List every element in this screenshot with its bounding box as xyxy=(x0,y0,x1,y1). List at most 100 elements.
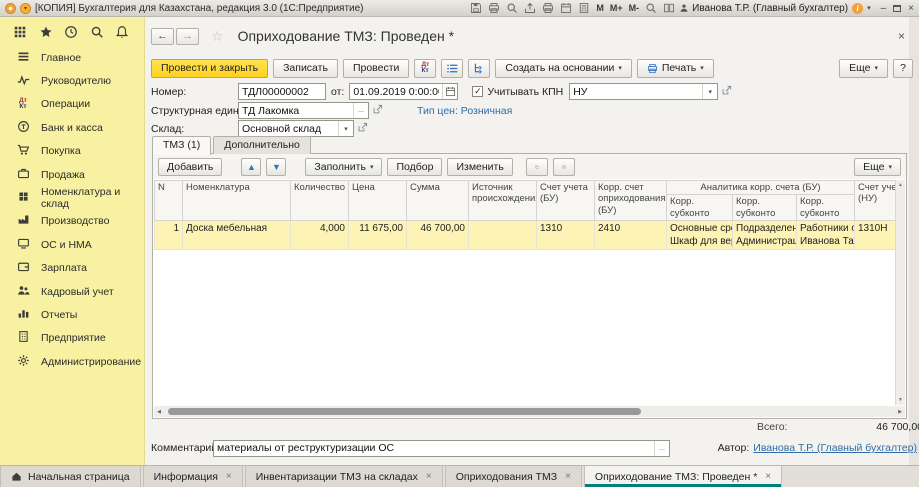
fill-button[interactable]: Заполнить▾ xyxy=(305,158,382,176)
print-button[interactable]: Печать▾ xyxy=(637,59,714,78)
search-icon[interactable] xyxy=(90,25,104,39)
close-tab-icon[interactable]: × xyxy=(426,471,432,482)
move-down-button[interactable]: ▼ xyxy=(266,158,286,176)
author-link[interactable]: Иванова Т.Р. (Главный бухгалтер) xyxy=(753,442,917,454)
col-corr-account-bu[interactable]: Корр. счет оприходования (БУ) xyxy=(595,181,667,221)
cell-source[interactable] xyxy=(469,221,537,250)
edit-button[interactable]: Изменить xyxy=(447,158,512,176)
table-more-button[interactable]: Еще▾ xyxy=(854,158,901,176)
sidebar-item-proizvodstvo[interactable]: Производство xyxy=(0,210,144,233)
history-icon[interactable] xyxy=(64,25,78,39)
close-window-button[interactable]: × xyxy=(908,3,914,14)
horizontal-scrollbar[interactable]: ◀ ▶ xyxy=(154,406,905,417)
taskbar-tab-oprihodovanie-active[interactable]: Оприходование ТМЗ: Проведен * × xyxy=(584,466,782,487)
close-form-icon[interactable]: × xyxy=(898,29,905,43)
sidebar-item-nomenklatura[interactable]: Номенклатура и склад xyxy=(0,186,144,209)
close-tab-icon[interactable]: × xyxy=(226,471,232,482)
unit-choose-button[interactable]: ... xyxy=(353,103,368,118)
pick-button[interactable]: Подбор xyxy=(387,158,442,176)
col-source[interactable]: Источник происхождения xyxy=(469,181,537,221)
cell-account-bu[interactable]: 1310 xyxy=(537,221,595,250)
document-list-button[interactable] xyxy=(441,59,463,78)
favorites-star-icon[interactable] xyxy=(39,25,53,39)
app-logo-icon[interactable] xyxy=(5,3,16,14)
taskbar-tab-inventarizacii[interactable]: Инвентаризации ТМЗ на складах × xyxy=(245,466,443,487)
taskbar-tab-oprihodovaniya[interactable]: Оприходования ТМЗ × xyxy=(445,466,582,487)
cell-nomenclature[interactable]: Доска мебельная xyxy=(183,221,291,250)
save-icon[interactable] xyxy=(470,2,482,14)
col-nomenclature[interactable]: Номенклатура xyxy=(183,181,291,221)
taskbar-tab-informaciya[interactable]: Информация × xyxy=(143,466,243,487)
number-field[interactable] xyxy=(239,84,325,99)
post-button[interactable]: Провести xyxy=(343,59,409,78)
help-button[interactable]: ? xyxy=(893,59,913,78)
sidebar-item-predpriyatie[interactable]: Предприятие xyxy=(0,327,144,350)
sidebar-item-administrirovanie[interactable]: Администрирование xyxy=(0,350,144,373)
structural-unit-field[interactable] xyxy=(239,103,353,118)
system-menu-icon[interactable]: ▾ xyxy=(20,3,31,14)
close-tab-icon[interactable]: × xyxy=(765,471,771,482)
preview-icon[interactable] xyxy=(506,2,518,14)
sidebar-item-otchety[interactable]: Отчеты xyxy=(0,303,144,326)
sidebar-item-kadrovyj-uchet[interactable]: Кадровый учет xyxy=(0,280,144,303)
restore-button[interactable] xyxy=(893,5,901,12)
zoom-icon[interactable] xyxy=(645,2,657,14)
info-icon[interactable]: i xyxy=(852,3,863,14)
more-button[interactable]: Еще▾ xyxy=(839,59,888,78)
scroll-up-icon[interactable]: ▲ xyxy=(898,182,903,188)
col-subconto-1[interactable]: Корр. субконто xyxy=(667,195,733,221)
print-icon[interactable] xyxy=(488,2,500,14)
warehouse-field[interactable] xyxy=(239,121,338,136)
split-window-icon[interactable] xyxy=(663,2,675,14)
minimize-button[interactable]: – xyxy=(881,3,887,14)
sidebar-item-pokupka[interactable]: Покупка xyxy=(0,140,144,163)
apps-grid-icon[interactable] xyxy=(13,25,27,39)
vertical-scrollbar[interactable]: ▲ ▼ xyxy=(895,180,905,405)
sidebar-item-glavnoe[interactable]: Главное xyxy=(0,46,144,69)
col-account-nu[interactable]: Счет учета (НУ) xyxy=(855,181,896,221)
open-warehouse-icon[interactable] xyxy=(357,122,368,136)
show-postings-button[interactable]: ДтКт xyxy=(414,59,436,78)
copy-rows-button[interactable] xyxy=(526,158,548,176)
sidebar-item-prodazha[interactable]: Продажа xyxy=(0,163,144,186)
sidebar-item-bank-i-kassa[interactable]: Банк и касса xyxy=(0,116,144,139)
col-subconto-3[interactable]: Корр. субконто xyxy=(797,195,855,221)
kpn-field[interactable] xyxy=(570,84,702,99)
date-field[interactable] xyxy=(350,84,442,99)
open-unit-icon[interactable] xyxy=(372,104,383,118)
col-subconto-2[interactable]: Корр. субконто xyxy=(733,195,797,221)
back-button[interactable]: ← xyxy=(151,28,174,45)
cell-n[interactable]: 1 xyxy=(155,221,183,250)
notifications-bell-icon[interactable] xyxy=(115,25,129,39)
related-documents-button[interactable] xyxy=(468,59,490,78)
tab-dopolnitelno[interactable]: Дополнительно xyxy=(213,136,311,154)
sidebar-item-rukovoditelyu[interactable]: Руководителю xyxy=(0,69,144,92)
scroll-left-icon[interactable]: ◀ xyxy=(154,409,164,415)
add-row-button[interactable]: Добавить xyxy=(158,158,222,176)
tab-tmz[interactable]: ТМЗ (1) xyxy=(152,136,211,155)
cell-subconto-2[interactable]: ПодразделенияАдминистрация xyxy=(733,221,797,250)
col-quantity[interactable]: Количество xyxy=(291,181,349,221)
scrollbar-thumb[interactable] xyxy=(168,408,641,415)
cell-account-nu[interactable]: 1310Н xyxy=(855,221,896,250)
kpn-dropdown-button[interactable]: ▾ xyxy=(702,84,717,99)
calendar-button[interactable] xyxy=(442,84,457,99)
post-and-close-button[interactable]: Провести и закрыть xyxy=(151,59,268,78)
calculator-icon[interactable] xyxy=(578,2,590,14)
open-kpn-icon[interactable] xyxy=(721,85,732,99)
memory-plus-button[interactable]: M+ xyxy=(610,3,623,13)
forward-button[interactable]: → xyxy=(176,28,199,45)
cell-subconto-1[interactable]: Основные средс...Шкаф для верхн... xyxy=(667,221,733,250)
memory-minus-button[interactable]: M- xyxy=(629,3,640,13)
print-settings-icon[interactable] xyxy=(542,2,554,14)
cell-corr-account-bu[interactable]: 2410 xyxy=(595,221,667,250)
table-row[interactable]: 1 Доска мебельная 4,000 11 675,00 46 700… xyxy=(155,221,896,250)
calendar-icon[interactable] xyxy=(560,2,572,14)
save-button[interactable]: Записать xyxy=(273,59,338,78)
user-button[interactable]: Иванова Т.Р. (Главный бухгалтер) xyxy=(679,3,848,14)
move-up-button[interactable]: ▲ xyxy=(241,158,261,176)
comment-expand-button[interactable]: ... xyxy=(654,441,669,456)
favorite-star-icon[interactable]: ☆ xyxy=(211,28,224,45)
taskbar-tab-home[interactable]: Начальная страница xyxy=(0,466,141,487)
col-price[interactable]: Цена xyxy=(349,181,407,221)
